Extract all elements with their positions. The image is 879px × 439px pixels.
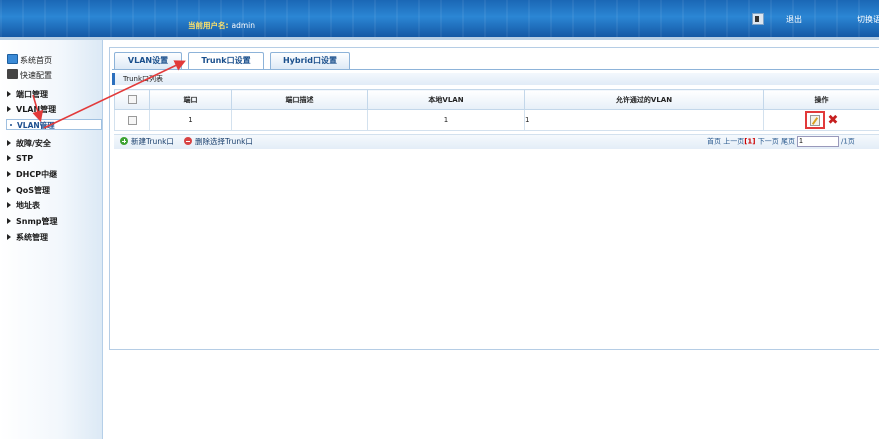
annotation-arrow-sidebar	[32, 94, 44, 123]
annotation-arrows	[32, 60, 186, 129]
annotation-arrow-tab	[43, 60, 186, 129]
